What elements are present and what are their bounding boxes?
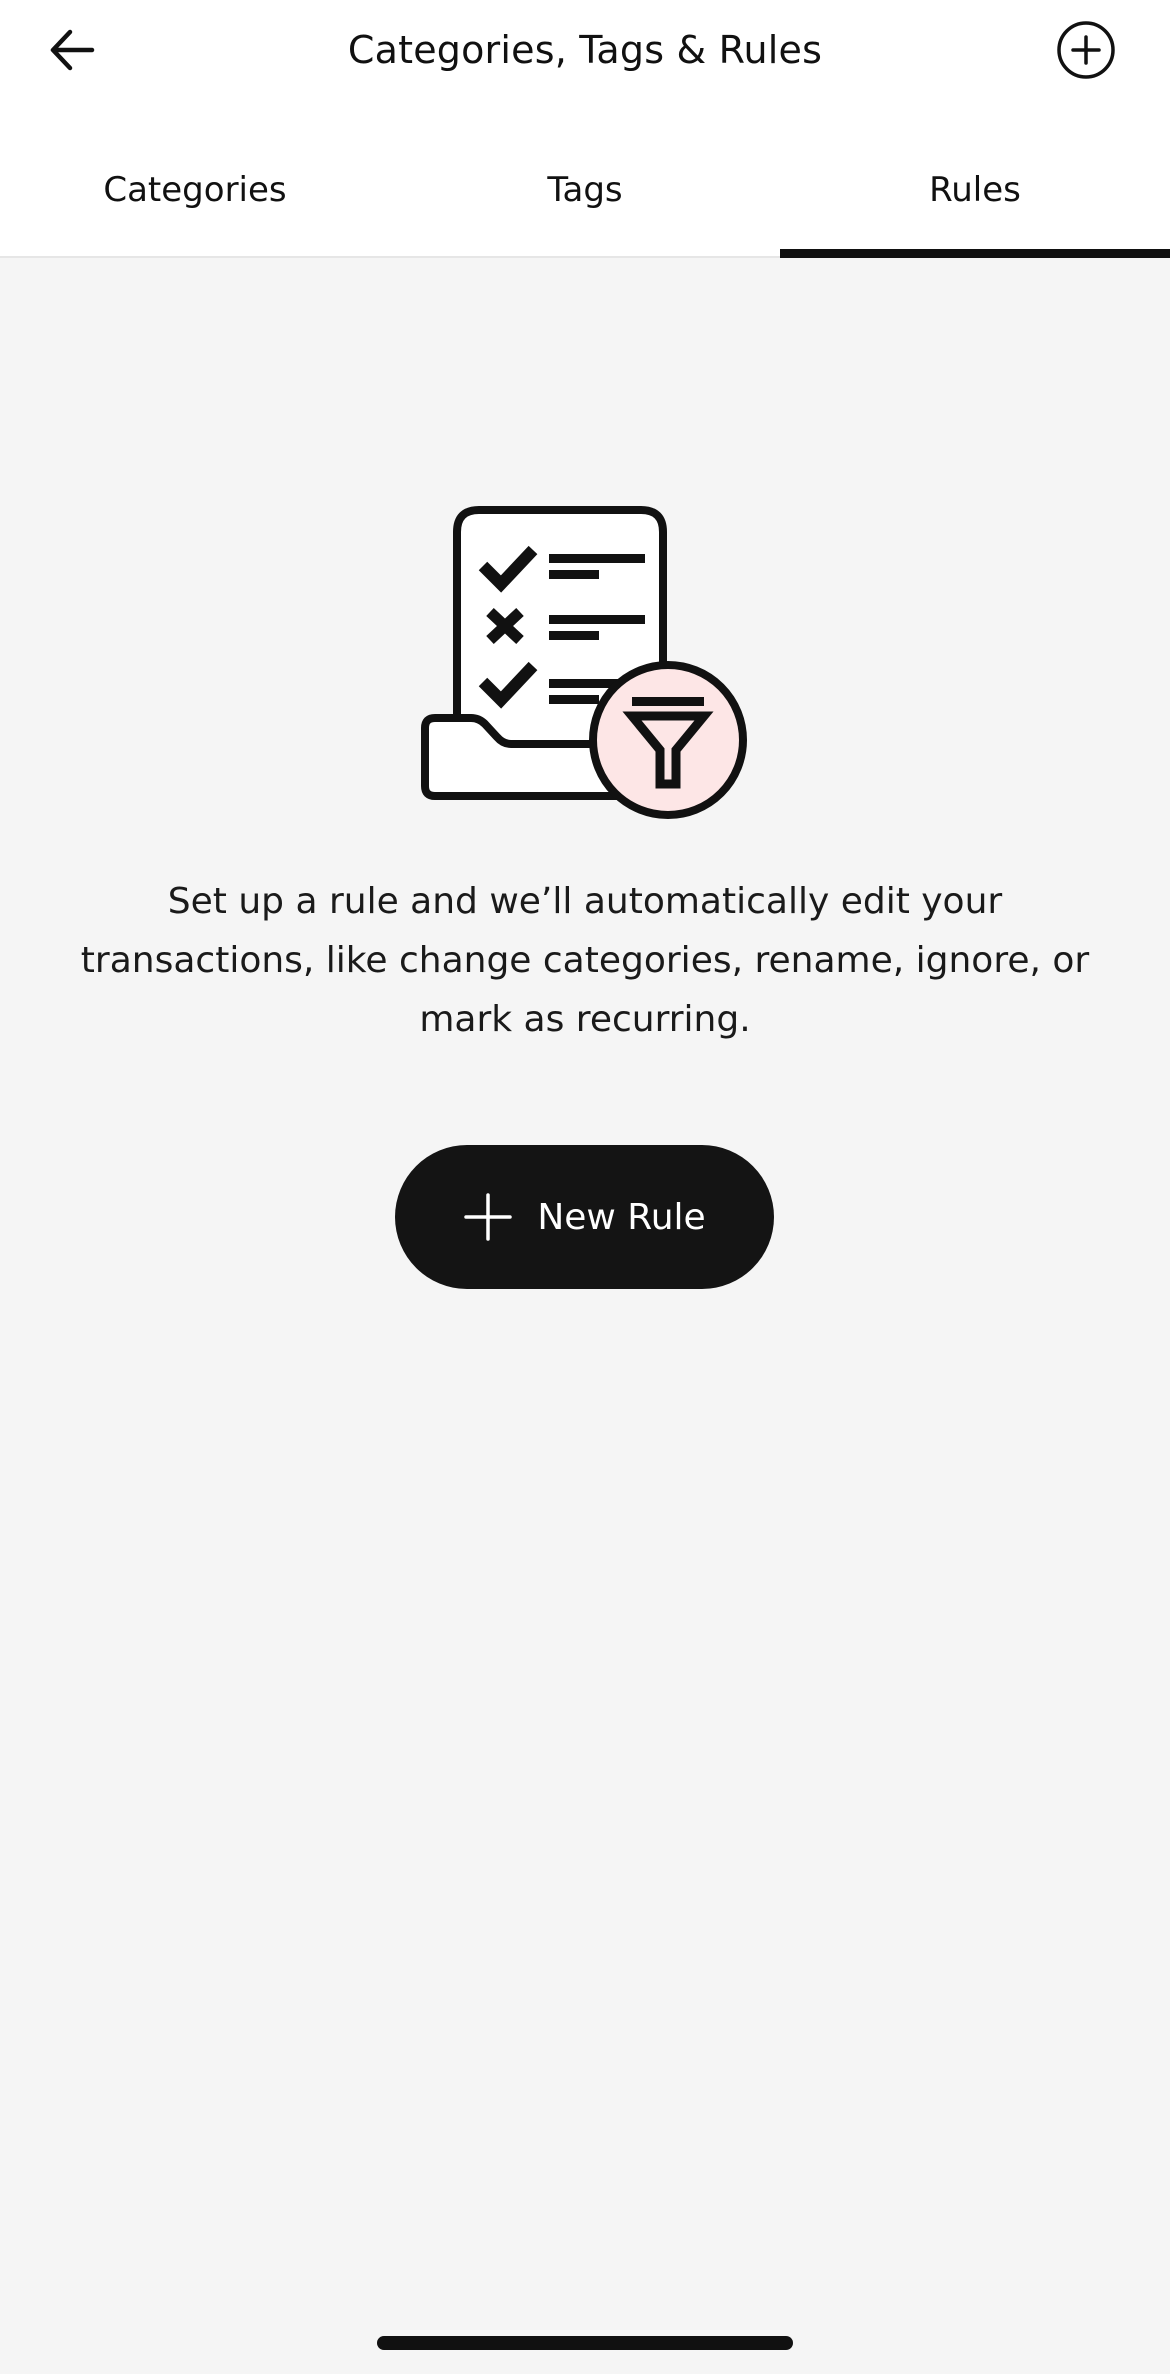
home-indicator — [377, 2336, 793, 2350]
tab-categories-label: Categories — [103, 170, 287, 210]
rules-illustration — [415, 504, 755, 830]
tab-tags-label: Tags — [547, 170, 623, 210]
new-rule-label: New Rule — [537, 1196, 706, 1238]
new-rule-button[interactable]: New Rule — [395, 1145, 774, 1289]
page-title: Categories, Tags & Rules — [347, 28, 823, 72]
back-button[interactable] — [36, 14, 108, 86]
tab-rules-label: Rules — [929, 170, 1021, 210]
arrow-left-icon — [50, 29, 95, 71]
top-bar: Categories, Tags & Rules Categories Tags… — [0, 0, 1170, 258]
tab-bar: Categories Tags Rules — [0, 140, 1170, 258]
tab-tags[interactable]: Tags — [390, 140, 780, 256]
rules-checklist-filter-icon — [421, 506, 747, 819]
empty-state-message: Set up a rule and we’ll automatically ed… — [80, 881, 1090, 1040]
plus-icon — [464, 1193, 513, 1241]
tab-rules[interactable]: Rules — [780, 140, 1170, 258]
tab-categories[interactable]: Categories — [0, 140, 390, 256]
plus-circle-icon — [1057, 21, 1115, 79]
add-button[interactable] — [1050, 14, 1122, 86]
active-tab-indicator — [780, 249, 1170, 258]
